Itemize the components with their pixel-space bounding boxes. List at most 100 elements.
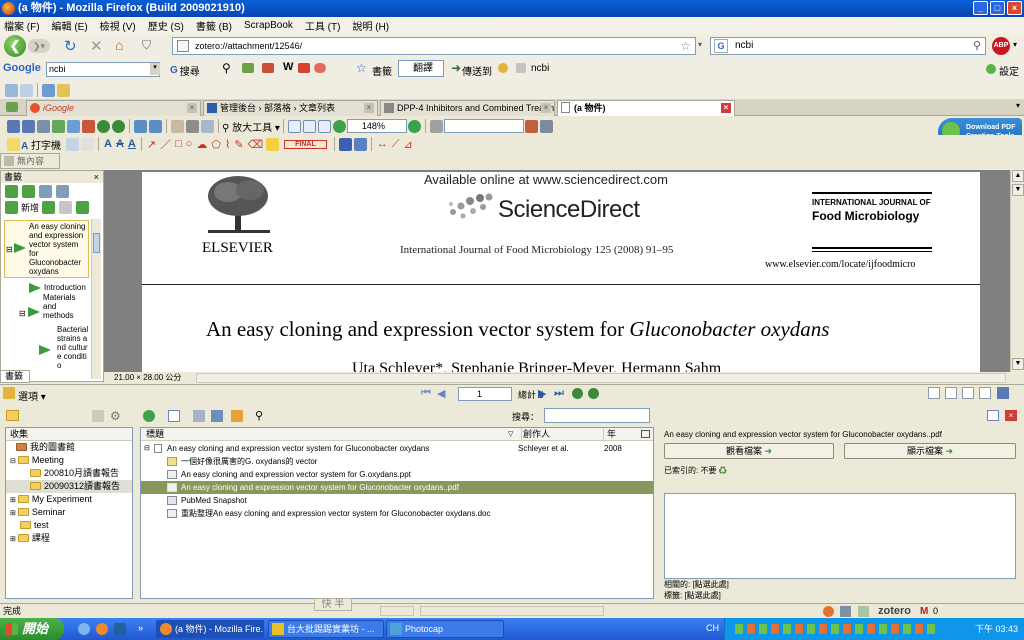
- fit-page-icon[interactable]: [302, 119, 316, 133]
- start-button[interactable]: 開始: [0, 618, 64, 640]
- forward-button[interactable]: ❯▾: [28, 39, 50, 53]
- bookmark-zoom-out-icon[interactable]: [56, 184, 69, 198]
- gmail-icon[interactable]: [262, 63, 274, 73]
- font-a-icon[interactable]: A: [104, 138, 112, 150]
- fullscreen-icon[interactable]: [987, 410, 999, 421]
- back-button[interactable]: ❮: [4, 35, 26, 57]
- new-bookmark-icon[interactable]: [5, 200, 18, 214]
- item-row[interactable]: 一個好像很厲害的G. oxydans的 vector: [141, 455, 653, 468]
- zoom-in-icon[interactable]: [407, 119, 421, 133]
- tab-list-icon[interactable]: ▾: [1016, 101, 1020, 110]
- arrow-tool-icon[interactable]: ↗: [147, 138, 156, 151]
- adblock-dropdown-icon[interactable]: ▾: [1013, 40, 1017, 49]
- tab-attachment[interactable]: (a 物件) ×: [557, 100, 735, 116]
- next-page-icon[interactable]: ▶: [538, 387, 546, 400]
- facing-page-icon[interactable]: [962, 387, 974, 399]
- attachment-note-area[interactable]: [664, 493, 1016, 579]
- news-icon[interactable]: [242, 63, 254, 73]
- tab-blog-admin[interactable]: 管理後台 › 部落格 › 文章列表 ×: [203, 100, 378, 116]
- menu-edit[interactable]: 編輯 (E): [52, 18, 88, 33]
- single-page-icon[interactable]: [928, 387, 940, 399]
- stamp-tool[interactable]: FINAL: [284, 139, 327, 149]
- tab-dpp4[interactable]: DPP-4 Inhibitors and Combined Treatm··· ×: [380, 100, 555, 116]
- menu-history[interactable]: 歷史 (S): [148, 18, 184, 33]
- new-tab-icon[interactable]: [6, 102, 18, 112]
- language-indicator[interactable]: CH: [706, 623, 719, 633]
- reload-icon[interactable]: ↻: [64, 37, 77, 55]
- first-page-icon[interactable]: ⏮: [421, 387, 431, 400]
- rotate-left-icon[interactable]: [134, 119, 147, 133]
- fit-width-icon[interactable]: [317, 119, 331, 133]
- continuous-facing-icon[interactable]: [979, 387, 991, 399]
- scroll-up-icon[interactable]: ▲: [1012, 170, 1024, 182]
- scrapbook-status-icon[interactable]: [840, 606, 851, 617]
- tab-close-icon[interactable]: ×: [187, 103, 197, 113]
- perimeter-tool-icon[interactable]: ⟋: [392, 138, 400, 151]
- collection-item[interactable]: ⊞ Seminar: [6, 506, 132, 519]
- pencil-tool-icon[interactable]: ✎: [234, 138, 243, 151]
- tree-toggle-icon[interactable]: ⊞: [10, 536, 16, 543]
- send-to-icon[interactable]: ➜: [451, 61, 461, 75]
- bookmark-zoom-in-icon[interactable]: [39, 184, 52, 198]
- distance-tool-icon[interactable]: ↔: [377, 138, 388, 150]
- tab-close-icon[interactable]: ×: [364, 103, 374, 113]
- line-tool-icon[interactable]: ／: [160, 136, 171, 152]
- scan-icon[interactable]: [67, 119, 80, 133]
- forward-page-icon[interactable]: [112, 119, 125, 133]
- cloud-tool-icon[interactable]: ☁: [196, 138, 207, 151]
- options-icon[interactable]: [539, 119, 553, 133]
- collection-item[interactable]: test: [6, 519, 132, 532]
- quicklaunch-expand-icon[interactable]: »: [138, 623, 143, 633]
- tree-toggle-icon[interactable]: ⊞: [10, 510, 16, 517]
- tree-toggle-icon[interactable]: ⊟: [6, 245, 13, 254]
- quicklaunch-ie-icon[interactable]: [78, 623, 90, 635]
- url-bar[interactable]: zotero://attachment/12546/ ☆: [172, 37, 696, 55]
- collection-item[interactable]: 200810月讀書報告: [6, 467, 132, 480]
- new-collection-icon[interactable]: [6, 410, 19, 421]
- google-search-input[interactable]: ncbi: [46, 62, 160, 77]
- quicklaunch-firefox-icon[interactable]: [96, 623, 108, 635]
- bookmark-item[interactable]: Bacterial strains and culture conditio: [39, 325, 89, 373]
- menu-tools[interactable]: 工具 (T): [305, 18, 341, 33]
- last-page-icon[interactable]: ⏭: [554, 387, 564, 400]
- home-icon[interactable]: ⌂: [115, 37, 123, 53]
- hand-tool-icon[interactable]: [171, 119, 184, 133]
- google-engine-icon[interactable]: G: [714, 39, 728, 53]
- adblock-icon[interactable]: ABP: [992, 37, 1010, 55]
- ncbi-button[interactable]: ncbi: [531, 63, 549, 74]
- comment-icon[interactable]: [20, 83, 33, 97]
- search-box[interactable]: G ncbi ⚲: [710, 37, 986, 55]
- column-picker-icon[interactable]: [641, 430, 650, 438]
- zoom-level-select[interactable]: 148%: [346, 119, 407, 133]
- text-select-icon[interactable]: [201, 119, 214, 133]
- settings-icon[interactable]: [986, 64, 996, 74]
- continuous-page-icon[interactable]: [945, 387, 957, 399]
- polyline-tool-icon[interactable]: ⌇: [225, 138, 230, 151]
- menu-file[interactable]: 檔案 (F): [4, 18, 40, 33]
- save-icon[interactable]: [7, 119, 20, 133]
- youtube-icon[interactable]: [298, 63, 310, 73]
- callout-icon[interactable]: [81, 137, 95, 151]
- history-forward-icon[interactable]: [588, 388, 599, 399]
- collection-item[interactable]: ⊟ Meeting: [6, 454, 132, 467]
- translator-status-icon[interactable]: [858, 606, 869, 617]
- collection-item[interactable]: ⊞ My Experiment: [6, 493, 132, 506]
- taskbar-item-ptt[interactable]: 台大批踢踢實業坊 - ...: [268, 620, 384, 638]
- item-row[interactable]: ⊟ An easy cloning and expression vector …: [141, 442, 653, 455]
- snapshot-icon[interactable]: [231, 410, 243, 422]
- bookmarks-scrollbar[interactable]: [91, 219, 101, 379]
- line-style-icon[interactable]: [353, 137, 367, 151]
- reindex-icon[interactable]: ♻: [719, 466, 727, 475]
- prev-page-icon[interactable]: ◀: [437, 387, 445, 400]
- underline-icon[interactable]: A: [128, 138, 136, 150]
- item-row[interactable]: PubMed Snapshot: [141, 494, 653, 507]
- google-bookmarks-label[interactable]: 書籤: [372, 63, 392, 78]
- item-row[interactable]: An easy cloning and expression vector sy…: [141, 468, 653, 481]
- google-history-dropdown-icon[interactable]: ▾: [150, 63, 160, 75]
- wikipedia-icon[interactable]: W: [283, 61, 293, 73]
- collection-item[interactable]: ⊞ 課程: [6, 532, 132, 545]
- close-panel-icon[interactable]: ×: [94, 171, 99, 183]
- back-page-icon[interactable]: [97, 119, 110, 133]
- zotero-search-input[interactable]: [544, 408, 650, 423]
- typewriter-button[interactable]: A 打字機: [21, 137, 61, 152]
